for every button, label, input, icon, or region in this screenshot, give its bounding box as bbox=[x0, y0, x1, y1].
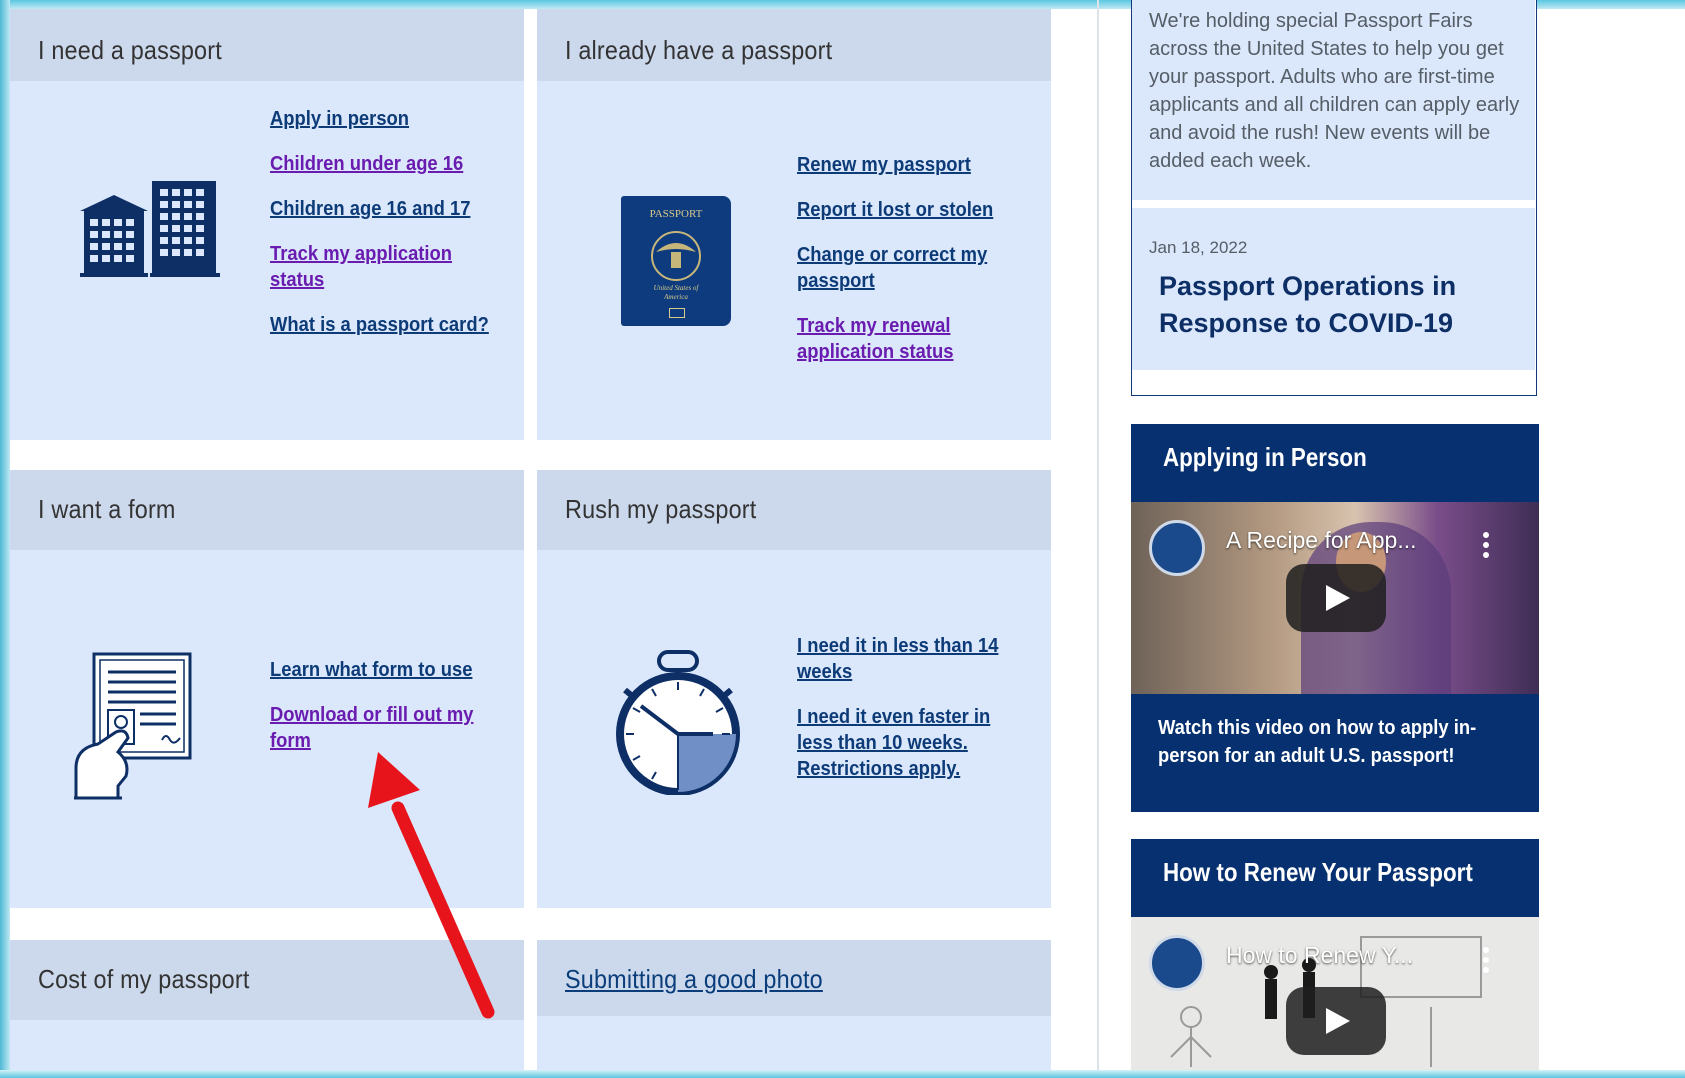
passport-fairs-item: We're holding special Passport Fairs acr… bbox=[1132, 0, 1535, 200]
covid-news-item[interactable]: Jan 18, 2022 Passport Operations in Resp… bbox=[1132, 208, 1535, 370]
card-cost: Cost of my passport bbox=[10, 940, 524, 1078]
card-header: I already have a passport bbox=[537, 9, 1051, 81]
link-less-than-14-weeks[interactable]: I need it in less than 14 weeks bbox=[797, 633, 1018, 685]
link-report-lost-stolen[interactable]: Report it lost or stolen bbox=[797, 197, 1018, 223]
card-header: Cost of my passport bbox=[10, 940, 524, 1020]
more-options-icon[interactable] bbox=[1483, 532, 1491, 562]
channel-seal-icon bbox=[1149, 520, 1205, 576]
link-children-16-17[interactable]: Children age 16 and 17 bbox=[270, 196, 491, 222]
link-passport-card[interactable]: What is a passport card? bbox=[270, 312, 491, 338]
video-title: A Recipe for App... bbox=[1226, 527, 1417, 553]
video-caption: Watch this video on how to apply in-pers… bbox=[1158, 717, 1477, 767]
link-list: Renew my passport Report it lost or stol… bbox=[797, 152, 1037, 384]
link-renew-passport[interactable]: Renew my passport bbox=[797, 152, 1018, 178]
card-header: Submitting a good photo bbox=[537, 940, 1051, 1016]
video-card-applying: Applying in Person A Recipe for App... W… bbox=[1131, 424, 1539, 812]
link-learn-form[interactable]: Learn what form to use bbox=[270, 657, 491, 683]
video-heading: Applying in Person bbox=[1163, 442, 1367, 472]
more-options-icon[interactable] bbox=[1483, 947, 1491, 977]
buildings-icon bbox=[80, 179, 230, 284]
link-apply-in-person[interactable]: Apply in person bbox=[270, 106, 491, 132]
video-player[interactable]: How to Renew Y... bbox=[1131, 917, 1539, 1078]
link-submitting-photo[interactable]: Submitting a good photo bbox=[565, 964, 823, 995]
card-title: Rush my passport bbox=[565, 494, 757, 524]
passport-fairs-text: We're holding special Passport Fairs acr… bbox=[1149, 10, 1520, 172]
play-icon[interactable] bbox=[1286, 987, 1386, 1055]
card-header: Rush my passport bbox=[537, 470, 1051, 550]
card-header: I want a form bbox=[10, 470, 524, 550]
channel-seal-icon bbox=[1149, 935, 1205, 991]
video-card-renew: How to Renew Your Passport How to Renew … bbox=[1131, 839, 1539, 1078]
card-header: I need a passport bbox=[10, 9, 524, 81]
card-title: Cost of my passport bbox=[38, 964, 250, 994]
video-heading: How to Renew Your Passport bbox=[1163, 857, 1473, 887]
stopwatch-icon bbox=[609, 650, 749, 800]
video-title: How to Renew Y... bbox=[1226, 942, 1414, 968]
passport-book-icon: PASSPORT United States of America bbox=[621, 196, 731, 326]
video-player[interactable]: A Recipe for App... bbox=[1131, 502, 1539, 694]
card-rush: Rush my passport I need it in less than … bbox=[537, 470, 1051, 908]
news-date: Jan 18, 2022 bbox=[1149, 238, 1248, 257]
news-box: We're holding special Passport Fairs acr… bbox=[1131, 0, 1537, 396]
link-download-form[interactable]: Download or fill out my form bbox=[270, 702, 491, 754]
link-track-renewal[interactable]: Track my renewal application status bbox=[797, 313, 1018, 365]
column-divider bbox=[1097, 0, 1099, 1078]
card-have-passport: I already have a passport PASSPORT Unite… bbox=[537, 9, 1051, 440]
card-photo: Submitting a good photo bbox=[537, 940, 1051, 1078]
news-headline[interactable]: Passport Operations in Response to COVID… bbox=[1159, 268, 1489, 342]
form-in-hand-icon bbox=[70, 652, 210, 807]
link-list: Apply in person Children under age 16 Ch… bbox=[270, 106, 510, 357]
chip-icon bbox=[669, 308, 685, 318]
card-title: I need a passport bbox=[38, 35, 222, 65]
link-children-under-16[interactable]: Children under age 16 bbox=[270, 151, 491, 177]
card-need-passport: I need a passport Apply in person Childr… bbox=[10, 9, 524, 440]
passport-book-label: PASSPORT bbox=[649, 208, 703, 220]
link-track-application[interactable]: Track my application status bbox=[270, 241, 491, 293]
card-title: I already have a passport bbox=[565, 35, 833, 65]
link-list: I need it in less than 14 weeks I need i… bbox=[797, 633, 1037, 801]
screenshot-frame-bottom bbox=[0, 1070, 1685, 1078]
link-less-than-10-weeks[interactable]: I need it even faster in less than 10 we… bbox=[797, 704, 1018, 782]
card-want-form: I want a form Learn what form to use Dow… bbox=[10, 470, 524, 908]
link-change-correct[interactable]: Change or correct my passport bbox=[797, 242, 1018, 294]
passport-book-sub: United States of America bbox=[653, 284, 699, 301]
link-list: Learn what form to use Download or fill … bbox=[270, 657, 510, 773]
screenshot-frame-left bbox=[0, 0, 10, 1078]
play-icon[interactable] bbox=[1286, 564, 1386, 632]
card-title: I want a form bbox=[38, 494, 176, 524]
